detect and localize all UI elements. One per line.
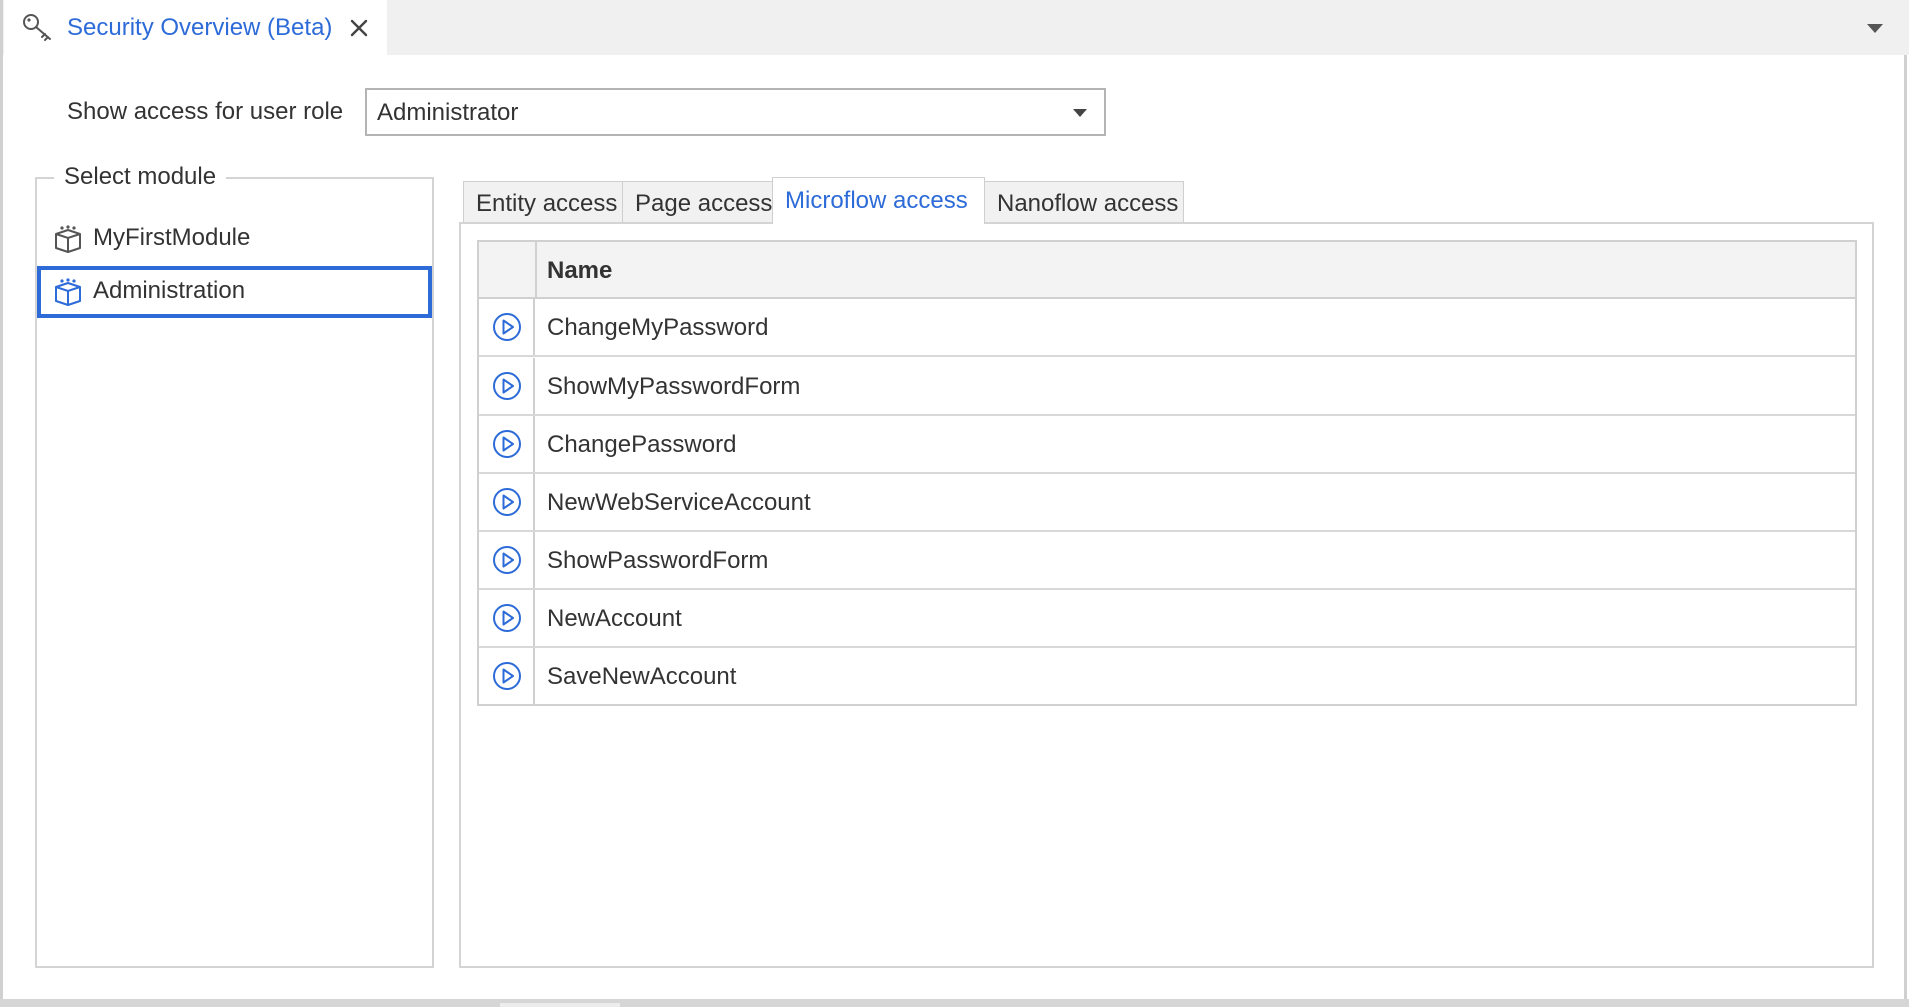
module-item-myfirstmodule[interactable]: MyFirstModule [37, 213, 432, 265]
column-header-name[interactable]: Name [547, 257, 612, 285]
row-name: ShowPasswordForm [547, 547, 769, 574]
module-icon [55, 278, 81, 306]
module-icon [55, 225, 81, 253]
close-icon[interactable] [344, 13, 374, 43]
window-border-left [0, 0, 3, 1007]
row-icon-cell [479, 416, 535, 472]
window-border-bottom [0, 999, 1909, 1007]
grid-header: Name [479, 242, 1855, 299]
user-role-dropdown[interactable]: Administrator [365, 88, 1106, 136]
row-icon-cell [479, 358, 535, 414]
row-name: NewWebServiceAccount [547, 489, 811, 516]
row-icon-cell [479, 474, 535, 530]
user-role-value: Administrator [377, 99, 519, 126]
row-icon-cell [479, 532, 535, 588]
microflow-grid: Name ChangeMyPassword ShowMyPasswordForm… [477, 240, 1857, 706]
module-item-administration[interactable]: Administration [37, 266, 432, 318]
microflow-icon [493, 313, 521, 341]
key-icon [23, 14, 51, 41]
row-name: NewAccount [547, 605, 682, 632]
microflow-icon [493, 372, 521, 400]
row-name: ChangePassword [547, 431, 737, 458]
microflow-icon [493, 662, 521, 690]
document-tab-strip: Security Overview (Beta) [0, 0, 1909, 55]
module-label: Administration [93, 277, 246, 304]
module-group-legend: Select module [54, 163, 227, 191]
grid-header-divider [535, 242, 537, 299]
row-icon-cell [479, 299, 535, 355]
tab-page-access[interactable]: Page access [622, 181, 773, 223]
scroll-track [500, 1003, 620, 1007]
microflow-icon [493, 430, 521, 458]
window-border-right [1904, 55, 1907, 1007]
row-icon-cell [479, 590, 535, 646]
table-row[interactable]: SaveNewAccount [479, 648, 1855, 706]
microflow-icon [493, 604, 521, 632]
dropdown-arrow-icon [1073, 109, 1087, 117]
table-row[interactable]: NewWebServiceAccount [479, 474, 1855, 532]
user-role-label: Show access for user role [67, 98, 344, 125]
table-row[interactable]: ShowPasswordForm [479, 532, 1855, 590]
row-icon-cell [479, 648, 535, 704]
tab-title: Security Overview (Beta) [67, 14, 333, 41]
tab-security-overview[interactable]: Security Overview (Beta) [4, 0, 387, 55]
table-row[interactable]: NewAccount [479, 590, 1855, 648]
tab-microflow-access[interactable]: Microflow access [772, 177, 985, 224]
tab-nanoflow-access[interactable]: Nanoflow access [984, 181, 1184, 223]
table-row[interactable]: ChangePassword [479, 416, 1855, 474]
row-name: ChangeMyPassword [547, 314, 769, 341]
module-label: MyFirstModule [93, 224, 251, 251]
table-row[interactable]: ShowMyPasswordForm [479, 358, 1855, 416]
tab-entity-access[interactable]: Entity access [463, 181, 623, 223]
microflow-icon [493, 488, 521, 516]
row-name: SaveNewAccount [547, 663, 737, 690]
chevron-down-icon[interactable] [1862, 18, 1888, 38]
table-row[interactable]: ChangeMyPassword [479, 299, 1855, 357]
microflow-icon [493, 546, 521, 574]
row-name: ShowMyPasswordForm [547, 373, 801, 400]
